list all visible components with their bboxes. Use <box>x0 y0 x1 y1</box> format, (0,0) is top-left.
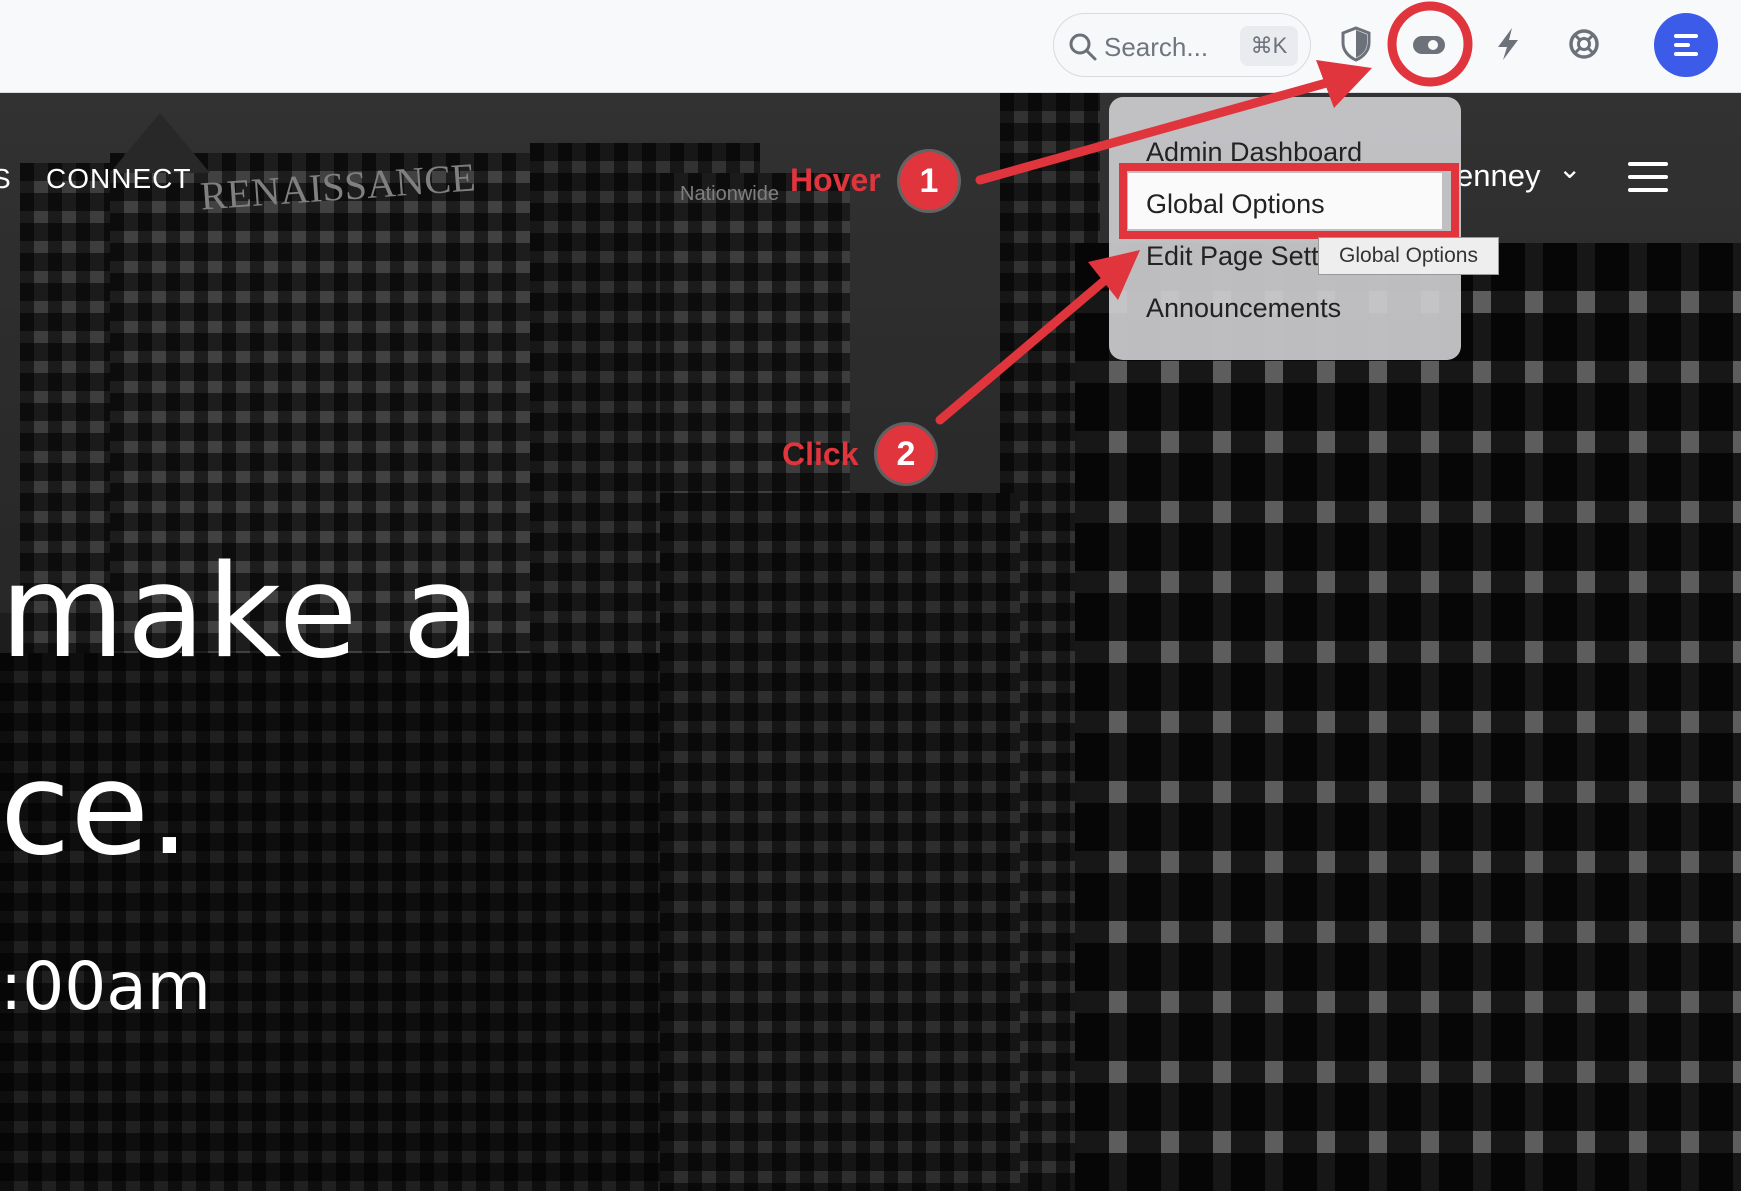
hero-headline-line2: ce. <box>0 735 190 884</box>
search-shortcut-badge: ⌘K <box>1240 26 1298 66</box>
top-toolbar: Search... ⌘K <box>0 0 1741 93</box>
annotation-step-1-badge: 1 <box>900 152 958 210</box>
chevron-down-icon[interactable]: ⌄ <box>1558 152 1582 185</box>
nav-item-cut[interactable]: S <box>0 163 12 195</box>
menu-item-announcements[interactable]: Announcements <box>1146 293 1341 324</box>
tooltip: Global Options <box>1318 237 1499 275</box>
search-placeholder: Search... <box>1104 32 1209 62</box>
avatar-menu-button[interactable] <box>1654 13 1718 77</box>
annotation-hover-label: Hover <box>790 162 881 198</box>
search-box[interactable]: Search... ⌘K <box>1053 13 1311 77</box>
search-icon <box>1069 33 1097 61</box>
avatar-menu-icon <box>1674 34 1698 56</box>
annotation-step-2-badge: 2 <box>877 425 935 483</box>
nav-item-connect[interactable]: CONNECT <box>46 163 191 195</box>
hero-headline-line1: make a <box>0 538 483 687</box>
eye-toggle-icon[interactable] <box>1409 24 1449 64</box>
shield-icon[interactable] <box>1336 24 1376 64</box>
hero-time: :00am <box>0 948 211 1025</box>
hamburger-menu-icon[interactable] <box>1628 162 1668 192</box>
user-name-menu[interactable]: enney <box>1456 158 1540 194</box>
menu-item-admin-dashboard[interactable]: Admin Dashboard <box>1146 137 1362 168</box>
help-lifebuoy-icon[interactable] <box>1564 24 1604 64</box>
bolt-icon[interactable] <box>1488 24 1528 64</box>
annotation-click-label: Click <box>782 436 859 472</box>
menu-item-edit-page-settings[interactable]: Edit Page Sett <box>1146 241 1319 272</box>
menu-item-global-options-highlighted[interactable]: Global Options <box>1146 189 1325 220</box>
